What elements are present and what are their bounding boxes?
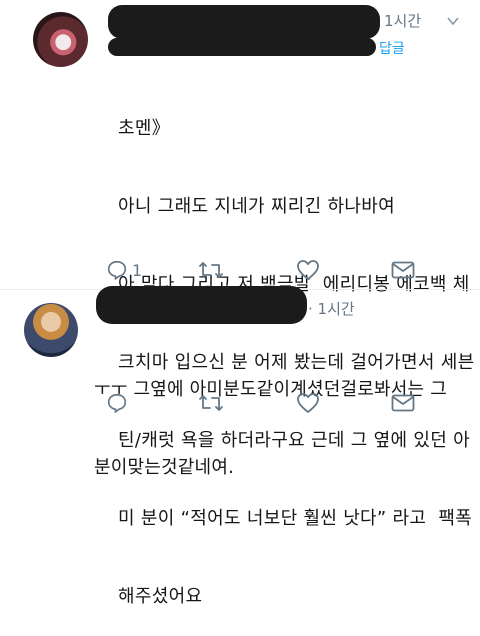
tweet-text-line: 미 분이 “적어도 너보단 훨씬 낫다” 라고 팩폭 <box>118 508 473 529</box>
retweet-icon[interactable] <box>198 259 224 281</box>
redacted-author <box>96 286 307 324</box>
tweet-text-line: 초멘》 <box>118 118 171 139</box>
tweet-text: ㅜㅜ 그옆에 아미분도같이계셨던걸로봐서는 그 분이맞는것같네여. <box>94 325 447 507</box>
like-icon[interactable] <box>296 259 320 281</box>
tweet-time[interactable]: · 1시간 <box>308 298 355 319</box>
redacted-handle <box>108 38 376 56</box>
avatar[interactable] <box>33 12 88 67</box>
reply-button[interactable]: 1 <box>106 259 142 281</box>
message-icon[interactable] <box>391 261 415 279</box>
avatar[interactable] <box>24 303 78 357</box>
chevron-down-icon[interactable] <box>446 14 460 28</box>
reply-count: 1 <box>132 260 143 280</box>
tweet-time[interactable]: 1시간 <box>384 10 421 31</box>
redacted-author <box>108 5 380 39</box>
like-icon[interactable] <box>296 392 320 414</box>
tweet-text-line: 해주셨어요 <box>118 586 203 607</box>
reply-hint[interactable]: 답글 <box>379 38 405 58</box>
message-icon[interactable] <box>391 394 415 412</box>
tweet-text-line: 분이맞는것같네여. <box>94 457 235 478</box>
tweet-text-line: 아니 그래도 지네가 찌리긴 하나바여 <box>118 196 395 217</box>
retweet-icon[interactable] <box>198 392 224 414</box>
reply-icon[interactable] <box>106 392 128 414</box>
reply-icon <box>107 260 127 280</box>
